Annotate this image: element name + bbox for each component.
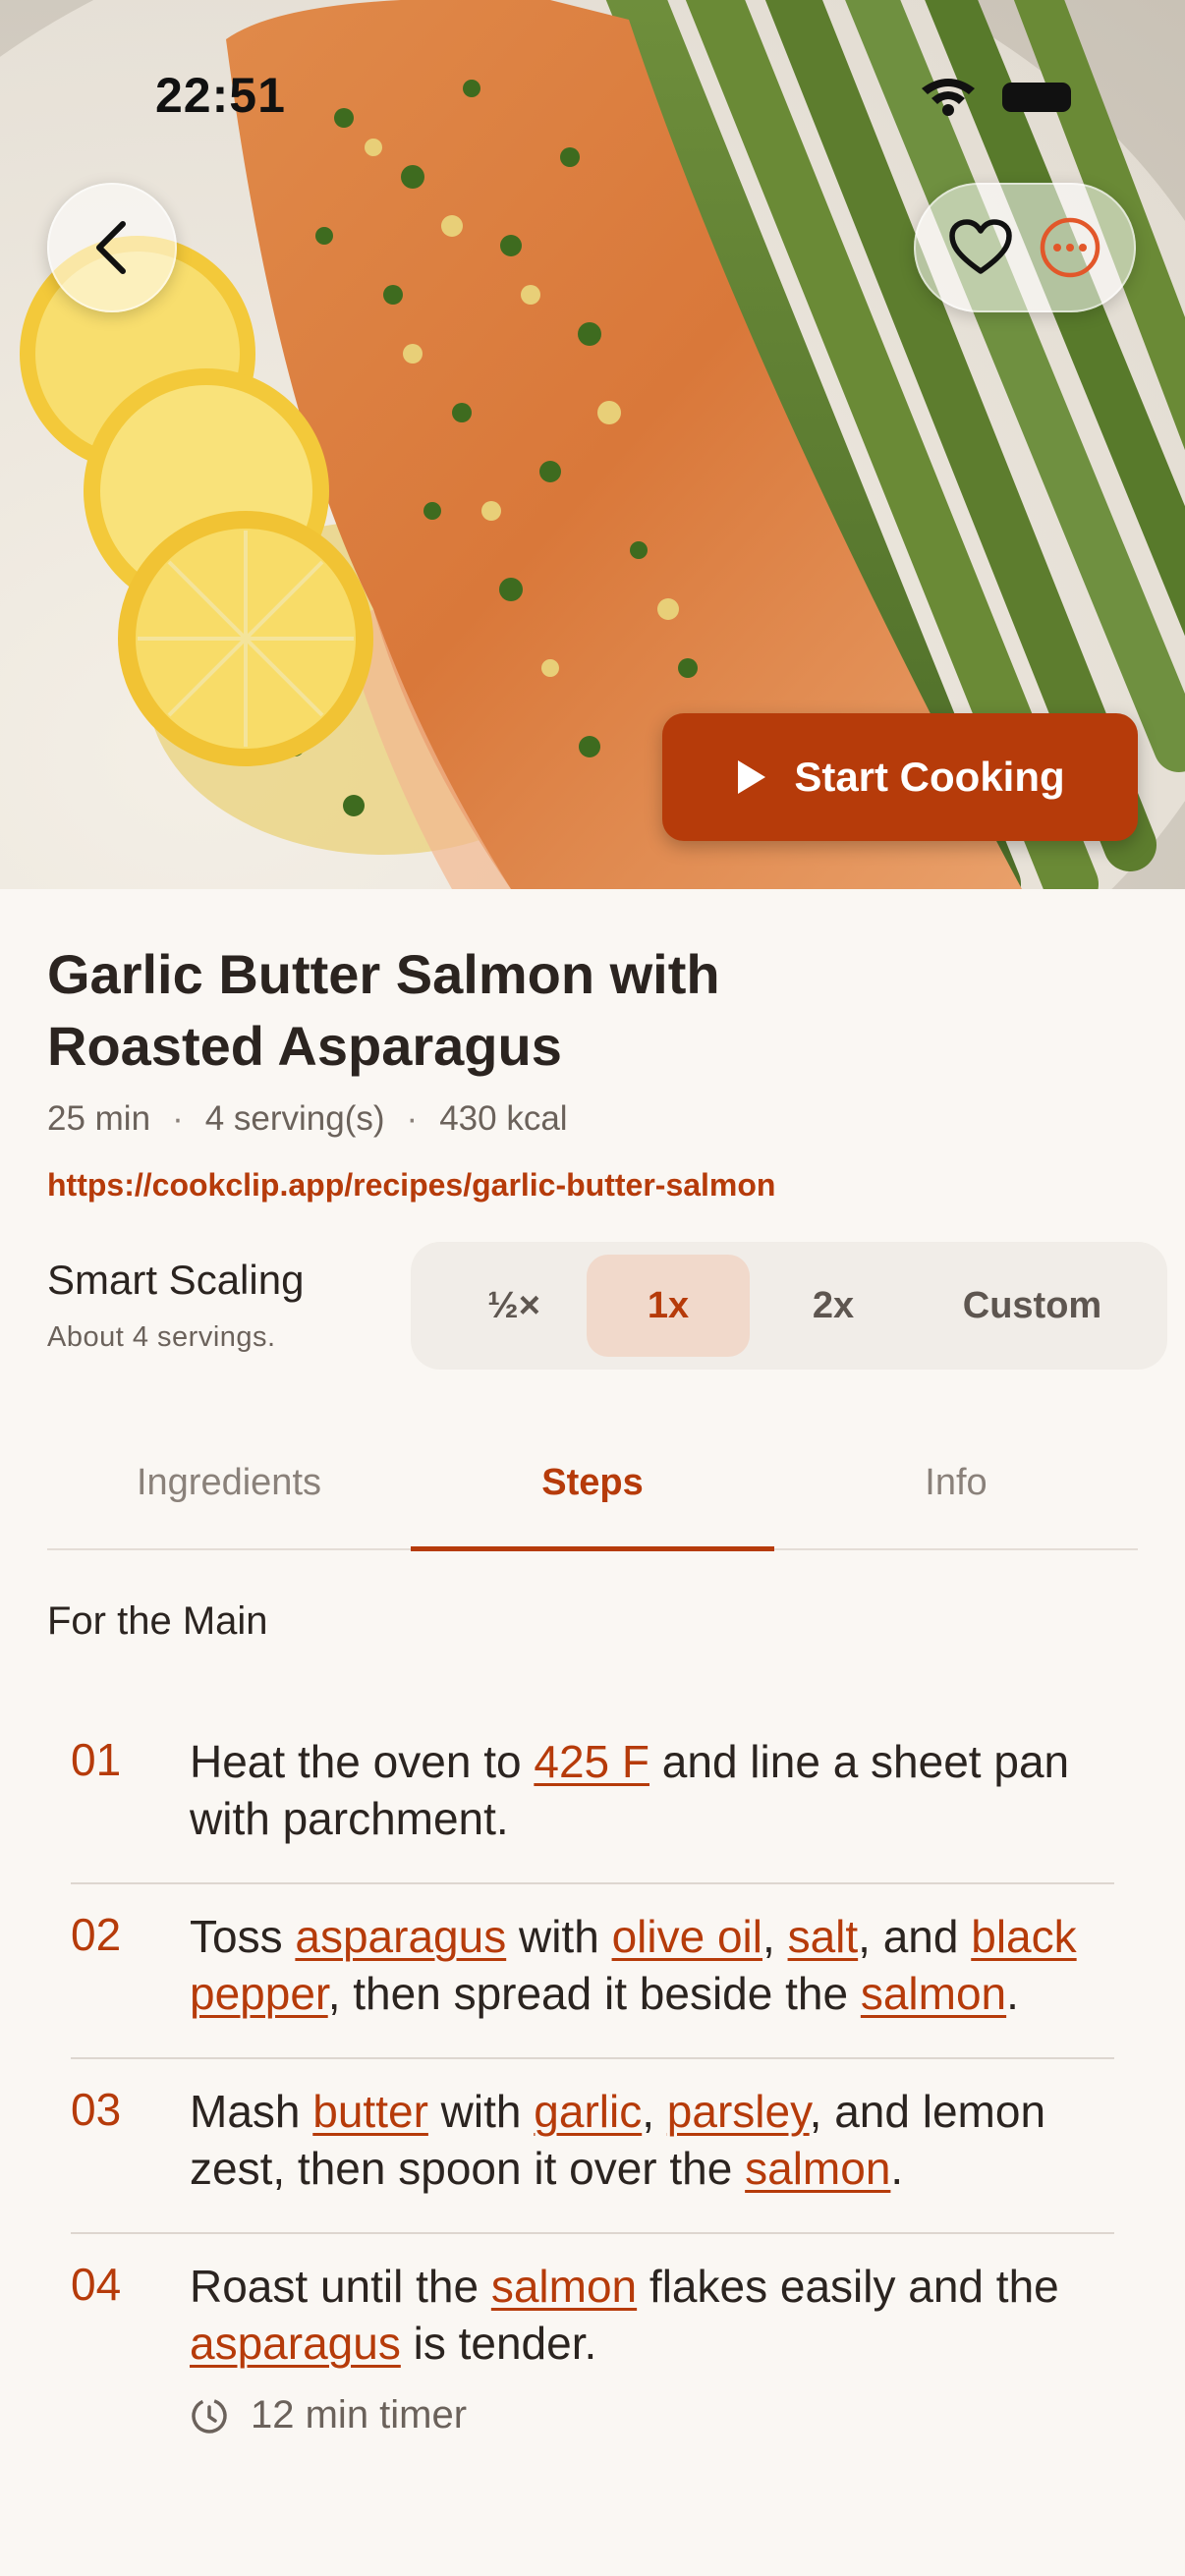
- recipe-title-line1: Garlic Butter Salmon with: [47, 943, 720, 1005]
- step-number: 03: [71, 2084, 122, 2135]
- step-text-segment: ,: [762, 1911, 788, 1962]
- scale-2x-option[interactable]: 2x: [750, 1255, 917, 1357]
- step-text-segment: ,: [642, 2086, 667, 2137]
- ingredient-link[interactable]: salmon: [861, 1968, 1006, 2019]
- status-icons: [922, 79, 1071, 116]
- play-icon: [738, 760, 766, 794]
- ingredient-link[interactable]: garlic: [534, 2086, 642, 2137]
- smart-scaling-title: Smart Scaling: [47, 1257, 305, 1303]
- start-cooking-label: Start Cooking: [794, 754, 1065, 800]
- chevron-left-icon: [96, 221, 126, 274]
- step-text-segment: Heat the oven to: [190, 1736, 535, 1787]
- servings: 4 serving(s): [204, 1099, 385, 1138]
- step-item: 02 Toss asparagus with olive oil, salt, a…: [71, 1884, 1114, 2059]
- ingredient-link[interactable]: 425 F: [534, 1736, 649, 1787]
- step-text-segment: Roast until the: [190, 2261, 491, 2312]
- step-item: 04 Roast until the salmon flakes easily a…: [71, 2234, 1114, 2473]
- heart-icon[interactable]: [948, 218, 1013, 277]
- scale-1x-option[interactable]: 1x: [587, 1255, 750, 1357]
- step-item: 03 Mash butter with garlic, parsley, and …: [71, 2059, 1114, 2234]
- step-text: Toss asparagus with olive oil, salt, and…: [190, 1908, 1114, 2022]
- step-text: Roast until the salmon flakes easily and…: [190, 2258, 1114, 2372]
- ingredient-link[interactable]: butter: [312, 2086, 428, 2137]
- ingredient-link[interactable]: parsley: [667, 2086, 810, 2137]
- cook-time: 25 min: [47, 1099, 151, 1138]
- scale-half-option[interactable]: ½×: [440, 1255, 588, 1357]
- back-button[interactable]: [47, 183, 177, 312]
- step-timer-button[interactable]: 12 min timer: [190, 2393, 1114, 2437]
- step-text-segment: Mash: [190, 2086, 313, 2137]
- step-item: 01 Heat the oven to 425 F and line a shee…: [71, 1709, 1114, 1884]
- ingredient-link[interactable]: salt: [788, 1911, 859, 1962]
- step-number: 01: [71, 1734, 122, 1785]
- tab-ingredients[interactable]: Ingredients: [47, 1415, 411, 1550]
- tab-info[interactable]: Info: [774, 1415, 1138, 1550]
- separator-dot: ·: [406, 1099, 419, 1138]
- step-text-segment: Toss: [190, 1911, 296, 1962]
- section-title: For the Main: [47, 1599, 268, 1643]
- step-text-segment: with: [427, 2086, 535, 2137]
- calories: 430 kcal: [439, 1099, 568, 1138]
- step-text-segment: , then spread it beside the: [327, 1968, 861, 2019]
- recipe-source-link[interactable]: https://cookclip.app/recipes/garlic-butt…: [47, 1167, 775, 1204]
- step-number: 02: [71, 1909, 122, 1960]
- active-tab-indicator: [411, 1546, 774, 1551]
- separator-dot: ·: [172, 1099, 184, 1138]
- step-number: 04: [71, 2259, 122, 2310]
- timer-icon: [192, 2397, 227, 2434]
- scaling-segmented-control: ½× 1x 2x Custom: [411, 1242, 1167, 1370]
- ingredient-link[interactable]: asparagus: [295, 1911, 506, 1962]
- step-text-segment: , and: [858, 1911, 972, 1962]
- tab-steps[interactable]: Steps: [411, 1415, 774, 1550]
- step-text-segment: is tender.: [400, 2318, 597, 2369]
- step-text-segment: .: [890, 2143, 904, 2194]
- step-text-segment: .: [1006, 1968, 1019, 2019]
- steps-list: 01 Heat the oven to 425 F and line a shee…: [71, 1709, 1114, 2473]
- recipe-title: Garlic Butter Salmon with Roasted Aspara…: [47, 938, 931, 1082]
- recipe-meta: 25 min · 4 serving(s) · 430 kcal: [47, 1099, 568, 1139]
- step-text-segment: flakes easily and the: [637, 2261, 1059, 2312]
- step-text: Heat the oven to 425 F and line a sheet …: [190, 1733, 1114, 1847]
- recipe-tabs: Ingredients Steps Info: [47, 1415, 1138, 1551]
- ingredient-link[interactable]: asparagus: [190, 2318, 401, 2369]
- ellipsis-circle-icon[interactable]: [1038, 215, 1102, 280]
- actions-pill: [914, 183, 1136, 312]
- step-text-segment: with: [506, 1911, 612, 1962]
- ingredient-link[interactable]: olive oil: [612, 1911, 762, 1962]
- ingredient-link[interactable]: salmon: [745, 2143, 890, 2194]
- battery-icon: [1002, 83, 1071, 112]
- recipe-title-line2: Roasted Asparagus: [47, 1015, 562, 1077]
- scale-custom-option[interactable]: Custom: [917, 1255, 1148, 1357]
- start-cooking-button[interactable]: Start Cooking: [662, 713, 1138, 841]
- hero-image: 22:51 Start Cooking: [0, 0, 1185, 889]
- timer-label: 12 min timer: [251, 2393, 468, 2436]
- wifi-icon: [922, 79, 975, 116]
- step-text: Mash butter with garlic, parsley, and le…: [190, 2083, 1114, 2197]
- ingredient-link[interactable]: salmon: [491, 2261, 637, 2312]
- smart-scaling-subtitle: About 4 servings.: [47, 1321, 276, 1353]
- status-time: 22:51: [155, 68, 286, 123]
